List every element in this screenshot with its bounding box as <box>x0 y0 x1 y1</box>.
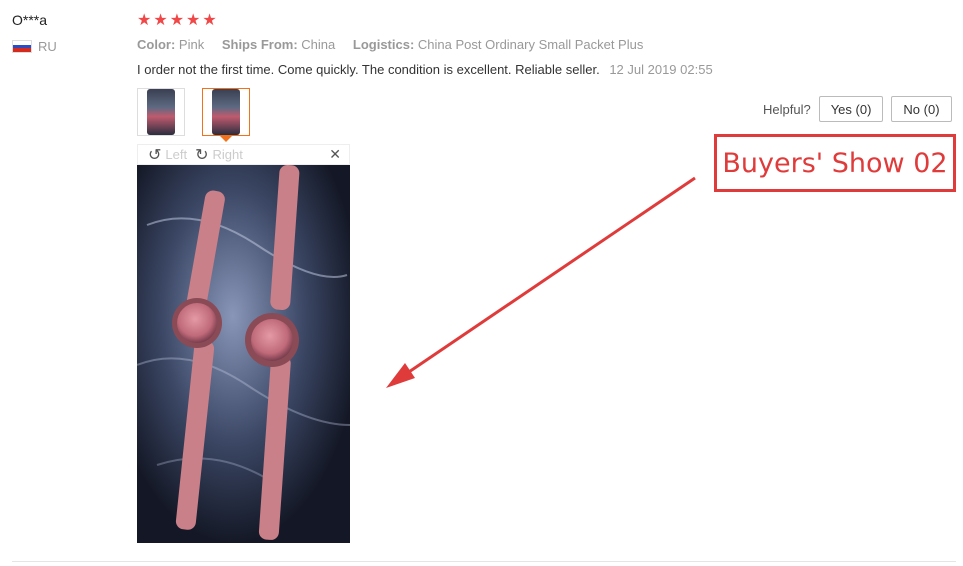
star-rating: ★ ★ ★ ★ ★ <box>137 11 217 29</box>
review-photo <box>137 165 350 543</box>
russia-flag-icon <box>12 40 32 53</box>
helpful-yes-button[interactable]: Yes (0) <box>818 96 884 122</box>
attr-value-ships-from: China <box>301 37 336 52</box>
rotate-left-label: Left <box>165 147 188 162</box>
star-icon: ★ <box>153 10 168 29</box>
close-icon[interactable]: ✕ <box>329 147 341 163</box>
buyers-show-callout: Buyers' Show 02 <box>714 134 956 192</box>
watch-photo-illustration <box>137 165 350 543</box>
order-attributes: Color: Pink Ships From: China Logistics:… <box>137 37 657 52</box>
attr-value-logistics: China Post Ordinary Small Packet Plus <box>417 37 644 52</box>
image-viewer-toolbar: ↺ Left ↻ Right ✕ <box>137 144 350 165</box>
country-code: RU <box>38 39 57 54</box>
attr-key-color: Color: <box>137 37 176 52</box>
rotate-left-button[interactable]: ↺ Left <box>148 144 188 164</box>
review-divider <box>12 561 956 562</box>
rotate-right-icon: ↻ <box>195 144 209 164</box>
thumbnail-image <box>212 89 240 135</box>
review-thumbnail-1[interactable] <box>137 88 185 136</box>
review-thumbnail-2[interactable] <box>202 88 250 142</box>
review-body: I order not the first time. Come quickly… <box>137 62 713 77</box>
review-text: I order not the first time. Come quickly… <box>137 62 600 77</box>
rotate-right-label: Right <box>212 147 243 162</box>
review-thumbnails <box>137 88 250 142</box>
attr-value-color: Pink <box>178 37 205 52</box>
star-icon: ★ <box>169 10 185 29</box>
helpful-votes: Helpful? Yes (0) No (0) <box>763 96 952 122</box>
star-icon: ★ <box>202 10 217 29</box>
attr-key-logistics: Logistics: <box>352 37 415 52</box>
helpful-label: Helpful? <box>763 101 811 117</box>
callout-text: Buyers' Show 02 <box>722 147 948 179</box>
star-icon: ★ <box>137 10 152 29</box>
rotate-left-icon: ↺ <box>148 144 162 164</box>
reviewer-country: RU <box>12 39 57 54</box>
thumbnail-image <box>147 89 175 135</box>
reviewer-name: O***a <box>12 12 48 28</box>
attr-key-ships-from: Ships From: <box>221 37 298 52</box>
helpful-no-button[interactable]: No (0) <box>891 96 952 122</box>
star-icon: ★ <box>186 10 201 29</box>
rotate-right-button[interactable]: ↻ Right <box>195 144 243 164</box>
review-date: 12 Jul 2019 02:55 <box>609 62 713 77</box>
